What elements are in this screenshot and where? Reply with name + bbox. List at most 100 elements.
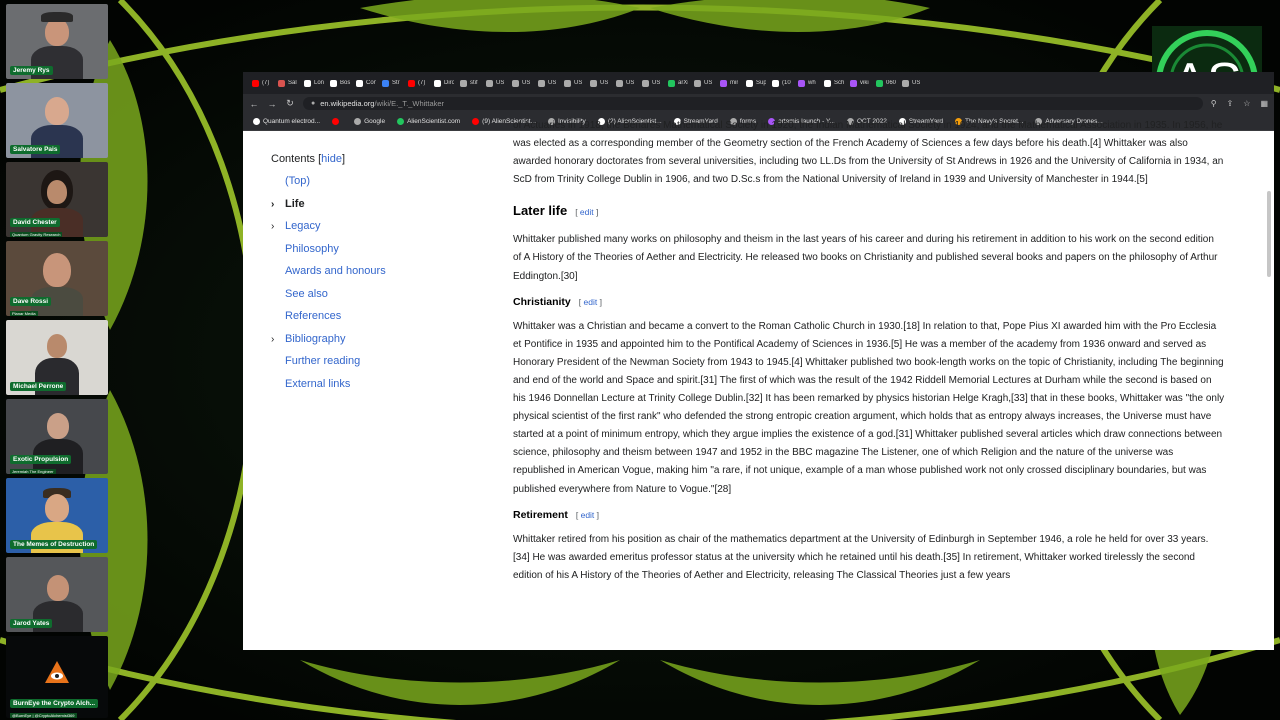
forward-icon[interactable]: → [267,99,277,109]
participant-tile[interactable]: The Memes of Destruction [6,478,108,553]
toc-item[interactable]: See also [271,288,471,311]
participant-name: Dave Rossi [10,297,52,306]
participant-tile[interactable]: Exotic Propulsion Jeremiah The Engineer [6,399,108,474]
tab-favicon-icon [824,79,831,87]
tab-favicon-icon [746,79,753,87]
browser-tab[interactable]: Con [353,75,379,91]
bookmark-item[interactable]: Google [354,118,385,125]
tab-title: Str [392,80,400,86]
tab-title: 060 [886,80,896,86]
bookmark-item[interactable]: Quantum electrod... [253,118,320,125]
toc-item[interactable]: Further reading [271,355,471,378]
tab-favicon-icon [616,79,623,87]
edit-link[interactable]: edit [581,510,595,520]
tab-favicon-icon [408,79,415,87]
browser-tab[interactable]: US [639,75,665,91]
edit-link[interactable]: edit [584,297,598,307]
toc-item[interactable]: Awards and honours [271,265,471,288]
tab-title: US [522,80,531,86]
toc-item[interactable]: References [271,310,471,333]
tab-title: (7) [418,80,426,86]
participant-tile[interactable]: Michael Perrone [6,320,108,395]
participant-tile[interactable]: Dave Rossi Planar Media [6,241,108,316]
toc-heading: Contents [hide] [271,153,346,165]
tab-favicon-icon [252,79,259,87]
browser-tab[interactable]: viki [847,75,873,91]
toc-item[interactable]: › Bibliography [271,333,471,356]
tab-title: Lon [314,80,324,86]
participant-tile[interactable]: Jeremy Rys [6,4,108,79]
url-field[interactable]: ● en.wikipedia.org/wiki/E._T._Whittaker [303,97,1203,110]
browser-window: (7) Sal Lon Bos Con Str (7) Diro stif US US US US US U… [243,72,1274,650]
browser-tab[interactable]: US [691,75,717,91]
toc-item[interactable]: › Legacy [271,220,471,243]
browser-tab[interactable]: Str [379,75,405,91]
toc-item-label: Philosophy [285,242,339,255]
tab-favicon-icon [330,79,337,87]
browser-tab[interactable]: US [535,75,561,91]
participant-subtitle: @BurnEye | @CryptoAlchemist369 [10,713,77,718]
heading-later-life: Later life [ edit ] [513,203,599,219]
toc-item[interactable]: (Top) [271,175,471,198]
participant-tile[interactable]: Jarod Yates [6,557,108,632]
browser-tab[interactable]: US [483,75,509,91]
bookmark-star-icon[interactable]: ☆ [1243,99,1250,108]
toc-item[interactable]: Philosophy [271,243,471,266]
tab-favicon-icon [564,79,571,87]
tab-title: US [574,80,583,86]
share-icon[interactable]: ⇪ [1227,99,1234,108]
browser-tab[interactable]: arXi [665,75,691,91]
browser-tab[interactable]: mir [717,75,743,91]
browser-tab[interactable]: Diro [431,75,457,91]
tab-favicon-icon [356,79,363,87]
browser-tab[interactable]: wh [795,75,821,91]
toc-item[interactable]: › Life [271,198,471,221]
tab-favicon-icon [304,79,311,87]
browser-tab[interactable]: Lon [301,75,327,91]
page-scrollbar[interactable] [1267,191,1271,277]
toc-hide-link[interactable]: hide [321,153,342,165]
tab-title: mir [730,80,739,86]
tab-title: (7) [262,80,270,86]
chevron-right-icon[interactable]: › [271,198,274,211]
tab-title: US [912,80,921,86]
browser-tab[interactable]: Bos [327,75,353,91]
browser-tab[interactable]: stif [457,75,483,91]
participant-tile[interactable]: BurnEye the Crypto Alch... @BurnEye | @C… [6,636,108,718]
tab-favicon-icon [876,79,883,87]
browser-tab[interactable]: (10 [769,75,795,91]
browser-tab[interactable]: (7) [249,75,275,91]
chevron-right-icon[interactable]: › [271,333,274,346]
reload-icon[interactable]: ↻ [285,98,295,109]
browser-tab[interactable]: Sal [275,75,301,91]
bookmark-label: Google [364,118,386,125]
zoom-icon[interactable]: ⚲ [1211,99,1217,108]
browser-tab[interactable]: Sch [821,75,847,91]
browser-tab[interactable]: US [509,75,535,91]
browser-tab[interactable]: US [613,75,639,91]
participant-tile[interactable]: David Chester Quantum Gravity Research [6,162,108,237]
participant-tile[interactable]: Salvatore Pais [6,83,108,158]
tab-title: stif [470,80,478,86]
toc-item-label: Further reading [285,355,361,367]
back-icon[interactable]: ← [249,99,259,109]
bookmark-favicon-icon [472,118,480,125]
bookmark-item[interactable]: AlienScientist.com [397,118,460,125]
extensions-icon[interactable]: ▦ [1260,99,1268,108]
browser-tab[interactable]: US [587,75,613,91]
edit-link[interactable]: edit [580,207,594,217]
browser-tab[interactable]: (7) [405,75,431,91]
bookmark-favicon-icon [332,118,340,125]
browser-tab[interactable]: Sup [743,75,769,91]
tab-title: US [548,80,557,86]
browser-tab[interactable]: US [561,75,587,91]
lock-icon: ● [311,100,316,107]
browser-tab[interactable]: US [899,75,925,91]
browser-tab[interactable]: 060 [873,75,899,91]
toc-item[interactable]: External links [271,378,471,401]
bookmark-item[interactable] [332,118,342,125]
eye-icon [45,661,69,683]
paragraph-retirement: Whittaker retired from his position as c… [513,533,1209,581]
chevron-right-icon[interactable]: › [271,220,274,233]
tab-title: wh [808,80,816,86]
